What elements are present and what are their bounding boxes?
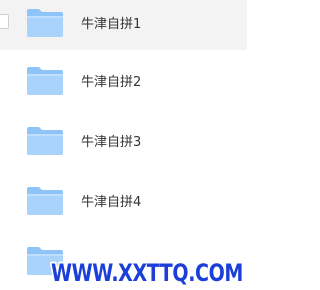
list-item[interactable]: 牛津自拼2 [0, 58, 247, 108]
folder-icon [25, 185, 65, 217]
folder-name: 牛津自拼1 [81, 17, 142, 32]
folder-icon [25, 125, 65, 157]
list-item[interactable]: 牛津自拼4 [0, 178, 247, 228]
folder-name: 牛津自拼3 [81, 135, 142, 150]
folder-icon [25, 65, 65, 97]
watermark: WWW.XXTTQ.COM WWW.XXTTQ.COM [49, 254, 246, 290]
row-checkbox[interactable] [0, 14, 9, 29]
svg-text:WWW.XXTTQ.COM: WWW.XXTTQ.COM [51, 259, 243, 287]
list-item[interactable]: 牛津自拼1 [0, 0, 247, 50]
folder-icon [25, 7, 65, 39]
watermark-text-graphic: WWW.XXTTQ.COM WWW.XXTTQ.COM [49, 257, 246, 289]
folder-name: 牛津自拼2 [81, 75, 142, 90]
folder-name: 牛津自拼4 [81, 195, 142, 210]
folder-list: 牛津自拼1 牛津自拼2 牛津自拼3 牛津自拼4 WWW.XXTTQ.COM WW… [0, 0, 247, 290]
list-item[interactable]: 牛津自拼3 [0, 118, 247, 168]
